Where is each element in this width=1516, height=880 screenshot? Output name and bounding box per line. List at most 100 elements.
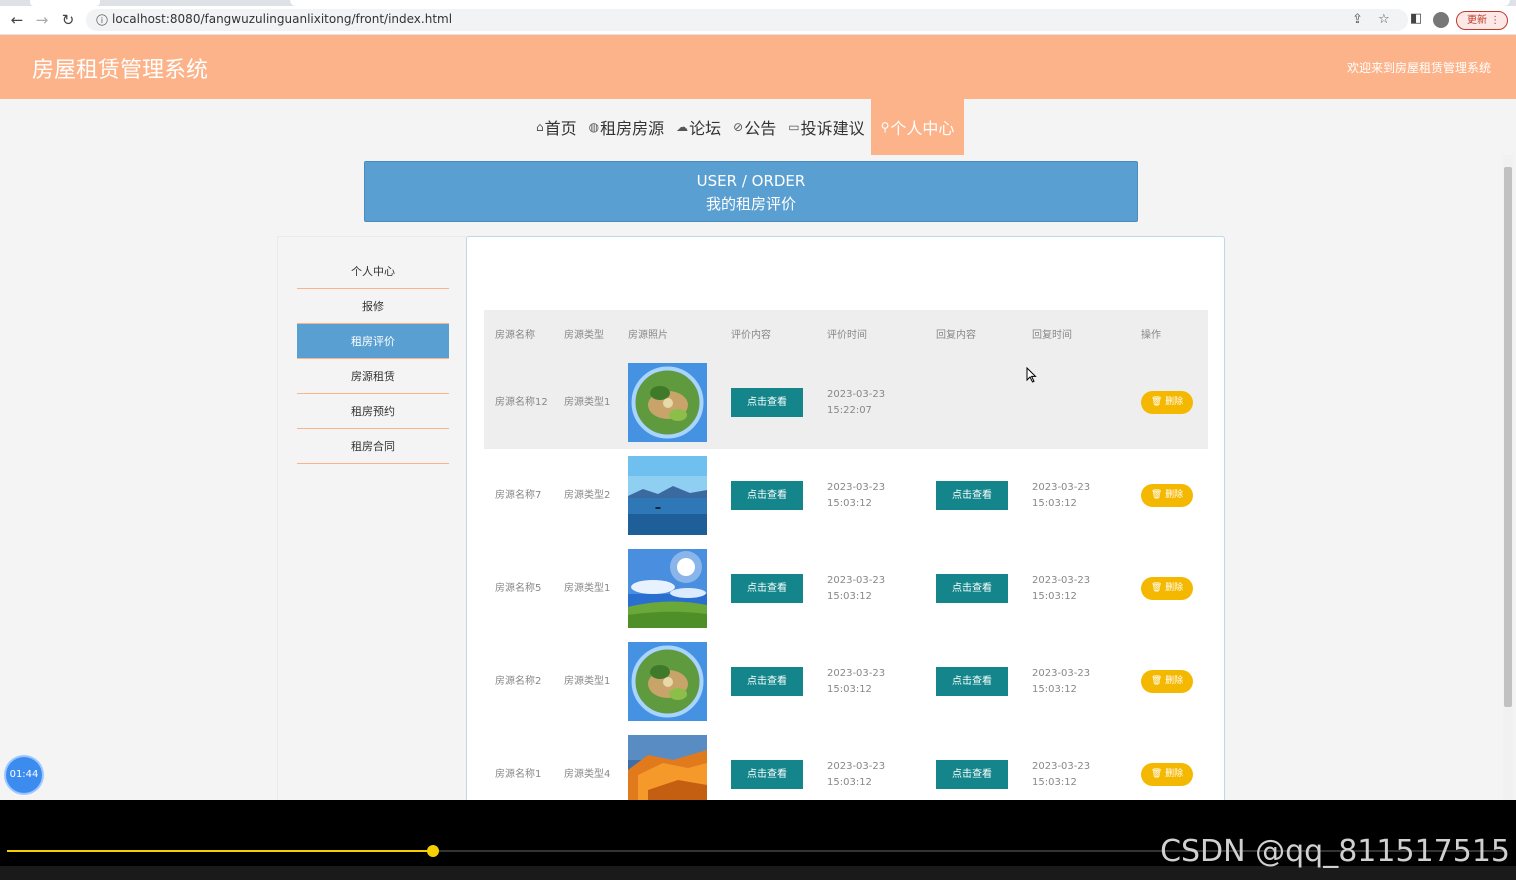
sidebar-item-repair[interactable]: 报修 <box>297 289 449 324</box>
update-label: 更新 <box>1467 15 1487 26</box>
col-house-type: 房源类型 <box>564 329 604 341</box>
page-scrollbar[interactable] <box>1503 155 1513 800</box>
view-reply-button[interactable]: 点击查看 <box>936 574 1008 603</box>
cell-house-photo <box>617 635 720 728</box>
user-icon: ⚲ <box>880 120 890 134</box>
col-reply-content: 回复内容 <box>936 329 976 341</box>
forward-icon[interactable]: → <box>33 11 51 29</box>
cell-reply-time: 2023-03-23 15:03:12 <box>1032 667 1091 695</box>
delete-label: 删除 <box>1165 397 1184 407</box>
cell-actions: 🗑 删除 <box>1130 728 1208 800</box>
delete-button[interactable]: 🗑 删除 <box>1141 670 1193 693</box>
cell-eval-content: 点击查看 <box>720 542 816 635</box>
table-row: 房源名称12 房源类型1 点击查看 2023-03-23 15:22:07 🗑 删除 <box>484 356 1208 449</box>
view-eval-button[interactable]: 点击查看 <box>731 574 803 603</box>
cell-eval-time: 2023-03-23 15:03:12 <box>827 574 886 602</box>
view-reply-button[interactable]: 点击查看 <box>936 481 1008 510</box>
sidebar-item-booking[interactable]: 租房预约 <box>297 394 449 429</box>
trash-icon: 🗑 <box>1150 397 1163 407</box>
browser-tab[interactable] <box>30 0 100 6</box>
video-seek-knob[interactable] <box>427 845 439 857</box>
cell-eval-time: 2023-03-23 15:03:12 <box>827 760 886 788</box>
reload-icon[interactable]: ↻ <box>59 11 77 29</box>
table-row: 房源名称5 房源类型1 点击查看 2023-03-23 15:03:12 点击查看 2023… <box>484 542 1208 635</box>
cell-eval-content: 点击查看 <box>720 635 816 728</box>
csdn-watermark: CSDN @qq_811517515 <box>1160 834 1510 869</box>
update-button[interactable]: 更新 ⋮ <box>1456 11 1508 30</box>
video-progress <box>7 850 433 852</box>
recording-timer: 01:44 <box>6 757 42 793</box>
view-eval-button[interactable]: 点击查看 <box>731 667 803 696</box>
address-bar[interactable]: i localhost:8080/fangwuzulinguanlixitong… <box>86 9 1408 31</box>
nav-item-forum[interactable]: ☁ 论坛 <box>670 99 727 155</box>
delete-button[interactable]: 🗑 删除 <box>1141 763 1193 786</box>
view-reply-button[interactable]: 点击查看 <box>936 760 1008 789</box>
cell-eval-content: 点击查看 <box>720 449 816 542</box>
cloud-icon: ☁ <box>676 120 689 134</box>
delete-button[interactable]: 🗑 删除 <box>1141 577 1193 600</box>
delete-label: 删除 <box>1165 769 1184 779</box>
cell-eval-content: 点击查看 <box>720 728 816 800</box>
share-icon[interactable]: ⇪ <box>1352 12 1363 27</box>
cell-house-name: 房源名称12 <box>495 396 548 408</box>
col-house-photo: 房源照片 <box>628 329 668 341</box>
browser-tab-active[interactable] <box>290 0 1510 6</box>
sidebar-item-rental-review[interactable]: 租房评价 <box>297 324 449 359</box>
house-photo <box>628 642 707 721</box>
profile-avatar[interactable] <box>1433 12 1449 28</box>
cell-house-name: 房源名称5 <box>495 582 542 594</box>
cell-reply-content: 点击查看 <box>925 728 1021 800</box>
cell-reply-content <box>925 356 1021 449</box>
view-eval-button[interactable]: 点击查看 <box>731 760 803 789</box>
trash-icon: 🗑 <box>1150 676 1163 686</box>
house-photo <box>628 456 707 535</box>
url-text[interactable]: localhost:8080/fangwuzulinguanlixitong/f… <box>112 12 452 26</box>
web-page: 房屋租赁管理系统 欢迎来到房屋租赁管理系统 ⌂ 首页 ◍ 租房房源 ☁ 论坛 ⊘ 公告 … <box>0 35 1516 800</box>
nav-item-complaints[interactable]: ▭ 投诉建议 <box>782 99 870 155</box>
note-icon: ▭ <box>788 120 800 134</box>
user-sidebar: 个人中心 报修 租房评价 房源租赁 租房预约 租房合同 <box>277 236 467 800</box>
cell-house-type: 房源类型1 <box>564 582 611 594</box>
cell-actions: 🗑 删除 <box>1130 356 1208 449</box>
nav-label: 首页 <box>544 119 577 138</box>
nav-item-listings[interactable]: ◍ 租房房源 <box>583 99 671 155</box>
back-icon[interactable]: ← <box>8 11 26 29</box>
view-eval-button[interactable]: 点击查看 <box>731 481 803 510</box>
site-header: 房屋租赁管理系统 欢迎来到房屋租赁管理系统 <box>0 35 1516 99</box>
sidebar-item-rental[interactable]: 房源租赁 <box>297 359 449 394</box>
delete-label: 删除 <box>1165 490 1184 500</box>
trash-icon: 🗑 <box>1150 583 1163 593</box>
cell-reply-content: 点击查看 <box>925 542 1021 635</box>
home-icon: ⌂ <box>536 120 544 134</box>
browser-chrome: ← → ↻ i localhost:8080/fangwuzulinguanli… <box>0 0 1516 35</box>
video-player-bar: CSDN @qq_811517515 <box>0 800 1516 880</box>
cell-house-photo <box>617 449 720 542</box>
nav-label: 个人中心 <box>890 119 955 138</box>
sidebar-item-user-center[interactable]: 个人中心 <box>297 254 449 289</box>
house-photo <box>628 735 707 800</box>
cell-reply-content: 点击查看 <box>925 449 1021 542</box>
bookmark-star-icon[interactable]: ☆ <box>1378 12 1390 27</box>
nav-item-home[interactable]: ⌂ 首页 <box>530 99 583 155</box>
scrollbar-thumb[interactable] <box>1504 167 1512 707</box>
cell-eval-content: 点击查看 <box>720 356 816 449</box>
mouse-cursor-icon <box>1026 367 1037 383</box>
house-photo <box>628 363 707 442</box>
site-info-icon[interactable]: i <box>96 14 108 26</box>
view-reply-button[interactable]: 点击查看 <box>936 667 1008 696</box>
sidebar-item-contract[interactable]: 租房合同 <box>297 429 449 464</box>
cell-eval-time: 2023-03-23 15:03:12 <box>827 667 886 695</box>
cell-house-photo <box>617 356 720 449</box>
view-eval-button[interactable]: 点击查看 <box>731 388 803 417</box>
review-table: 房源名称 房源类型 房源照片 评价内容 评价时间 回复内容 回复时间 操作 房源… <box>484 310 1208 800</box>
col-eval-content: 评价内容 <box>731 329 771 341</box>
nav-label: 投诉建议 <box>800 119 865 138</box>
col-eval-time: 评价时间 <box>827 329 867 341</box>
sidebar-panel-icon[interactable]: ◧ <box>1410 11 1422 26</box>
nav-item-notice[interactable]: ⊘ 公告 <box>727 99 782 155</box>
delete-button[interactable]: 🗑 删除 <box>1141 391 1193 414</box>
cell-actions: 🗑 删除 <box>1130 635 1208 728</box>
nav-item-user-center[interactable]: ⚲ 个人中心 <box>870 99 965 155</box>
delete-button[interactable]: 🗑 删除 <box>1141 484 1193 507</box>
nav-label: 公告 <box>744 119 777 138</box>
